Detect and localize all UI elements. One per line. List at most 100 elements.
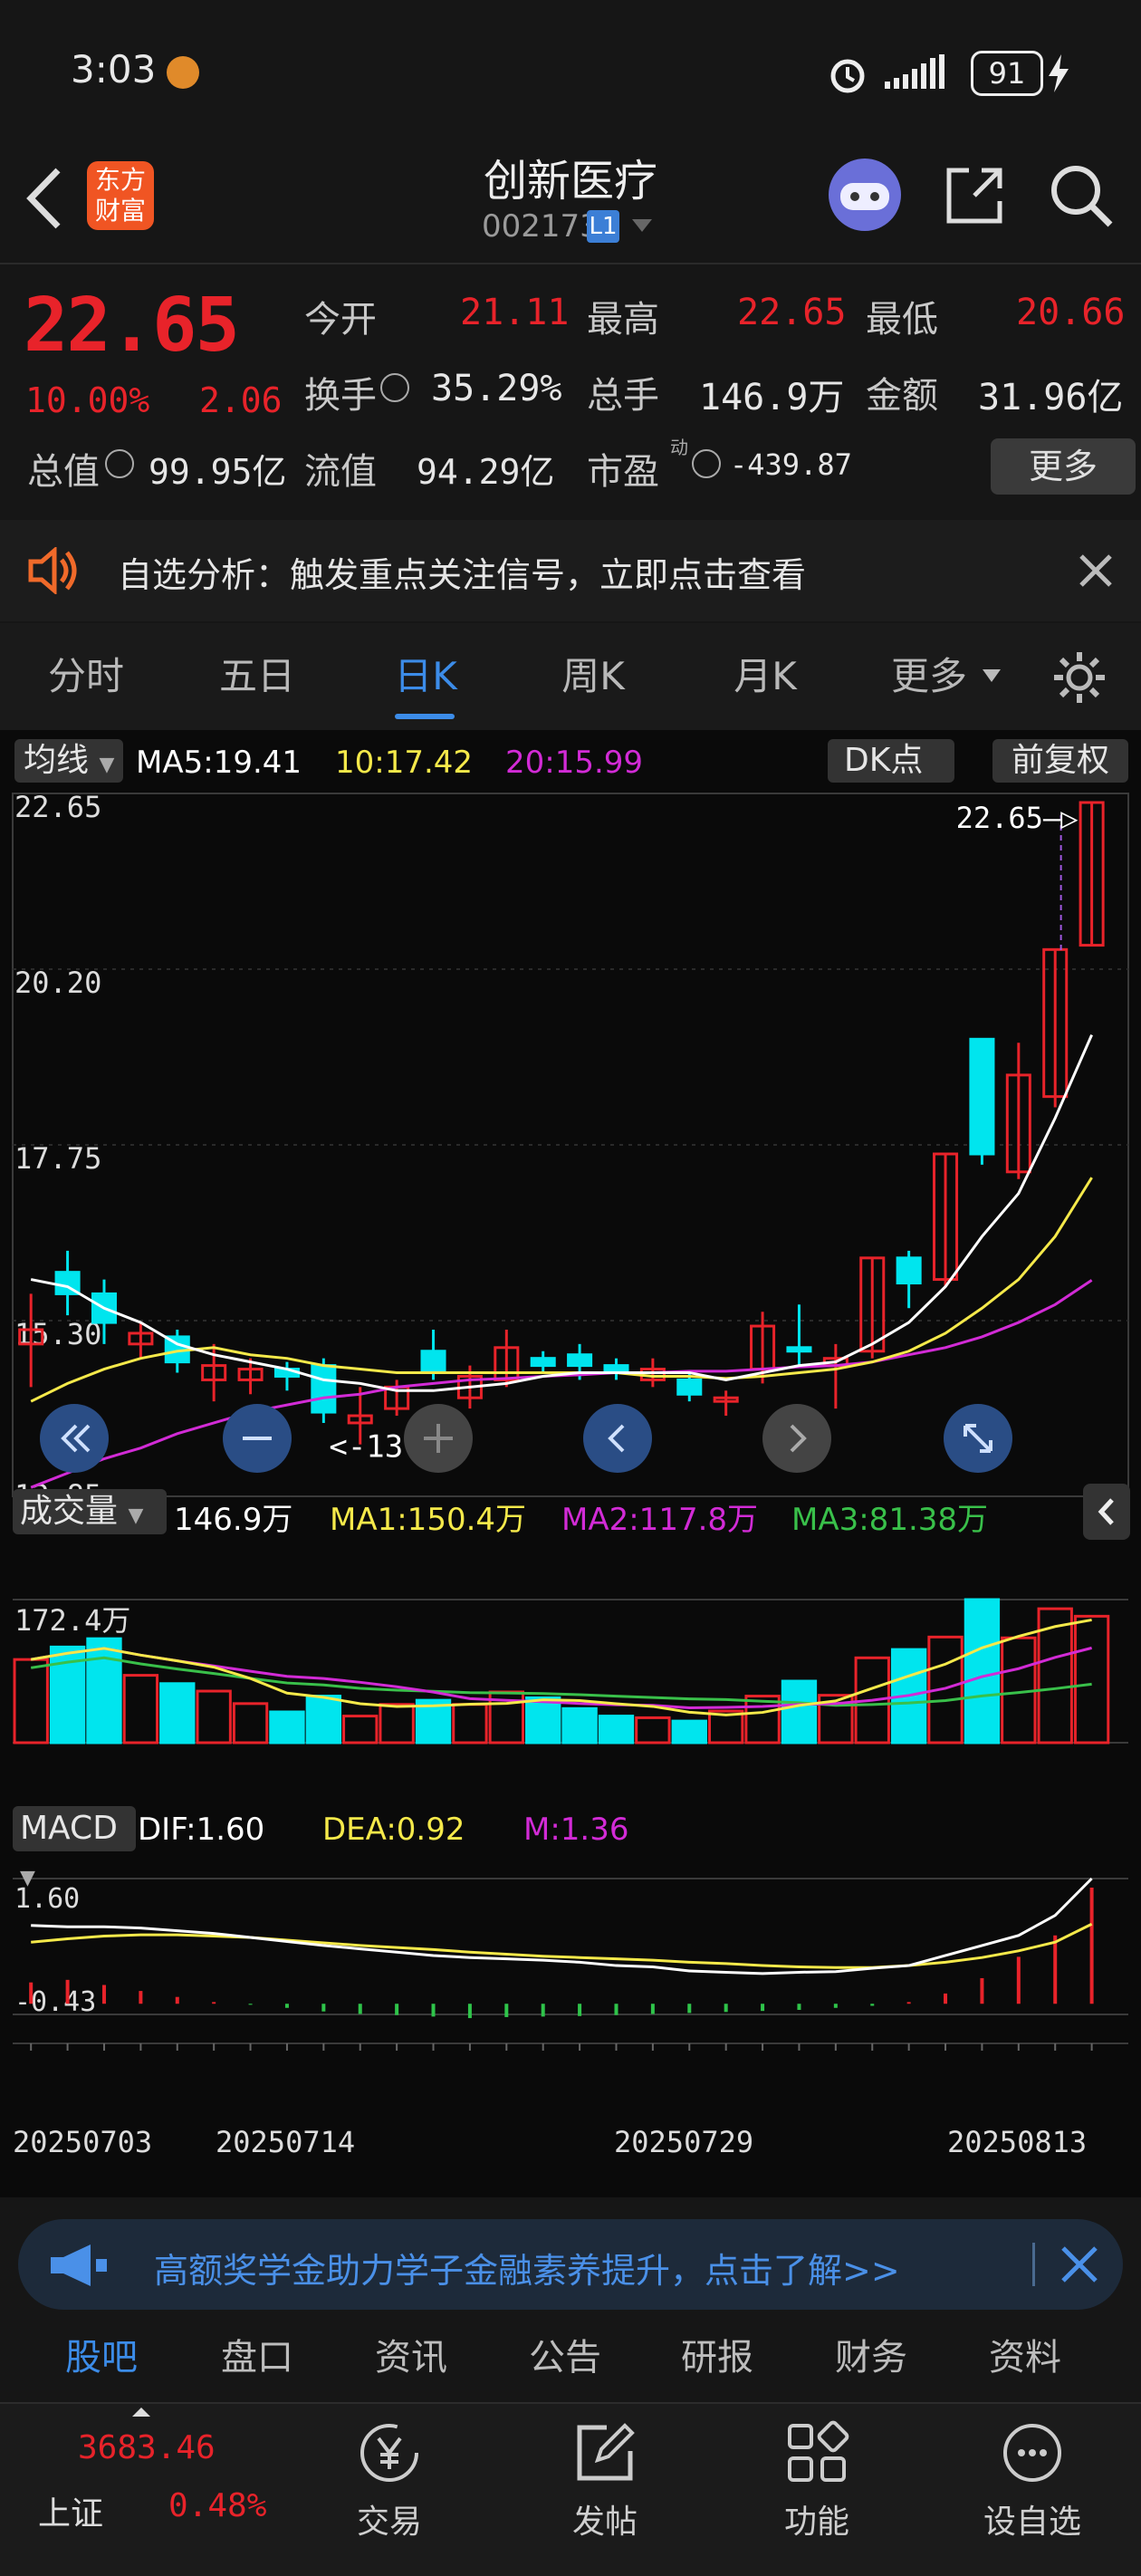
info-icon[interactable] — [380, 373, 409, 402]
stock-code: 002173 — [482, 208, 599, 245]
max-price-marker: 22.65—▷ — [956, 801, 1079, 835]
notification-icon — [167, 56, 199, 89]
candle-body — [676, 1378, 703, 1396]
level-badge[interactable]: L1 — [587, 210, 619, 243]
low-value: 20.66 — [1016, 292, 1126, 333]
volume-axis-label: 172.4万 — [14, 1603, 130, 1638]
tab-5day[interactable]: 五日 — [203, 623, 312, 730]
ma-selector[interactable]: 均线 ▼ — [14, 739, 123, 783]
nav-post[interactable]: 发帖 — [514, 2402, 695, 2542]
app-logo[interactable]: 东方 财富 — [87, 161, 154, 230]
price-axis-label: 17.75 — [14, 1141, 101, 1176]
candle-body — [786, 1346, 812, 1353]
volume-selector[interactable]: 成交量 ▼ — [13, 1489, 167, 1534]
volume-bar — [964, 1598, 1001, 1745]
dk-point-button[interactable]: DK点 — [828, 739, 954, 783]
nav-watchlist-label: 设自选 — [983, 2504, 1081, 2541]
chart-control-button[interactable] — [404, 1404, 473, 1473]
volume-bar — [305, 1695, 342, 1745]
alert-bar[interactable]: 自选分析：触发重点关注信号，立即点击查看 — [0, 520, 1141, 621]
tab-research[interactable]: 研报 — [681, 2328, 753, 2380]
chart-control-button[interactable] — [944, 1404, 1012, 1473]
chart-control-button[interactable] — [762, 1404, 831, 1473]
index-name[interactable]: 上证 — [38, 2487, 103, 2534]
chart-control-button[interactable] — [40, 1404, 109, 1473]
info-icon[interactable] — [692, 449, 721, 478]
left-icon — [608, 1424, 625, 1453]
pe-label: 市盈 — [587, 451, 659, 493]
price-axis-label: 20.20 — [14, 966, 101, 1000]
back-icon[interactable] — [22, 165, 67, 232]
volume-bar — [525, 1696, 561, 1745]
tab-more[interactable]: 更多 — [884, 623, 974, 730]
yen-coin-icon — [360, 2424, 418, 2482]
tab-intraday[interactable]: 分时 — [36, 623, 136, 730]
share-icon[interactable] — [942, 163, 1007, 228]
tab-monthly-k[interactable]: 月K — [715, 623, 815, 730]
nav-trade-label: 交易 — [356, 2504, 422, 2541]
chart-area[interactable]: 均线 ▼ MA5:19.41 10:17.42 20:15.99 DK点 前复权… — [0, 730, 1141, 2197]
settings-gear-icon[interactable] — [1050, 649, 1108, 706]
logo-text-2: 财富 — [94, 196, 146, 226]
nav-functions[interactable]: 功能 — [726, 2402, 907, 2542]
tab-finance[interactable]: 财务 — [835, 2328, 907, 2380]
header: 东方 财富 创新医疗 002173 L1 — [0, 145, 1141, 263]
search-icon[interactable] — [1047, 161, 1116, 230]
zoom-out-icon — [243, 1437, 272, 1440]
dropdown-icon[interactable] — [630, 217, 654, 235]
ma20-line — [30, 1279, 1093, 1489]
tab-profile[interactable]: 资料 — [989, 2328, 1061, 2380]
banner-text: 高额奖学金助力学子金融素养提升，点击了解>> — [154, 2251, 900, 2291]
logo-text-1: 东方 — [94, 165, 146, 195]
edit-icon — [577, 2423, 635, 2481]
chart-control-button[interactable] — [583, 1404, 652, 1473]
tab-pankou[interactable]: 盘口 — [221, 2328, 293, 2380]
collapse-panel-button[interactable] — [1083, 1484, 1130, 1540]
volume-bar — [196, 1689, 232, 1745]
index-change[interactable]: 0.48% — [168, 2487, 266, 2524]
more-button[interactable]: 更多 — [991, 438, 1136, 495]
tab-guba[interactable]: 股吧 — [65, 2328, 138, 2380]
robot-assistant-icon[interactable] — [824, 154, 906, 235]
volume-selector-label: 成交量 — [20, 1493, 119, 1530]
index-value[interactable]: 3683.46 — [78, 2429, 216, 2466]
tab-announcements[interactable]: 公告 — [529, 2328, 601, 2380]
date-label: 20250703 — [13, 2125, 153, 2159]
promo-banner[interactable]: 高额奖学金助力学子金融素养提升，点击了解>> — [18, 2219, 1123, 2310]
ma5-value: MA5:19.41 — [136, 745, 302, 781]
period-tabs: 分时 五日 日K 周K 月K 更多 — [0, 623, 1141, 730]
close-icon[interactable] — [1078, 553, 1114, 589]
float-value: 94.29亿 — [417, 452, 555, 492]
info-tabs: 股吧 盘口 资讯 公告 研报 财务 资料 — [0, 2328, 1141, 2400]
nav-trade[interactable]: 交易 — [299, 2402, 480, 2542]
volume-value: 146.9万 — [699, 377, 845, 418]
pe-value: -439.87 — [730, 447, 852, 482]
nav-add-watchlist[interactable]: 设自选 — [942, 2402, 1123, 2542]
volume-bar — [13, 1658, 49, 1745]
candle-body — [567, 1353, 593, 1368]
volume-label: 总手 — [587, 375, 659, 417]
chart-control-button[interactable] — [223, 1404, 292, 1473]
charging-icon — [1049, 54, 1069, 92]
candle-body — [969, 1037, 995, 1156]
battery-indicator: 91 — [971, 51, 1043, 96]
date-label: 20250714 — [216, 2125, 356, 2159]
dropdown-icon: ▼ — [20, 1867, 35, 1889]
price-axis-label: 15.30 — [14, 1317, 101, 1351]
open-label: 今开 — [304, 299, 377, 341]
tab-news[interactable]: 资讯 — [375, 2328, 447, 2380]
nav-functions-label: 功能 — [783, 2504, 849, 2541]
ma-selector-label: 均线 — [24, 742, 90, 779]
open-value: 21.11 — [460, 292, 570, 333]
tab-weekly-k[interactable]: 周K — [543, 623, 643, 730]
dif-line — [31, 1877, 1093, 1975]
info-icon[interactable] — [105, 449, 134, 478]
quote-panel: 22.65 10.00% 2.06 今开 21.11 最高 22.65 最低 2… — [0, 264, 1141, 518]
megaphone-icon — [51, 2244, 107, 2286]
adjust-button[interactable]: 前复权 — [992, 739, 1128, 783]
close-icon[interactable] — [1060, 2244, 1099, 2284]
turnover-value: 35.29% — [431, 368, 562, 409]
date-label: 20250729 — [614, 2125, 754, 2159]
clock: 3:03 — [71, 47, 157, 91]
macd-selector[interactable]: MACD ▼ — [13, 1806, 136, 1889]
